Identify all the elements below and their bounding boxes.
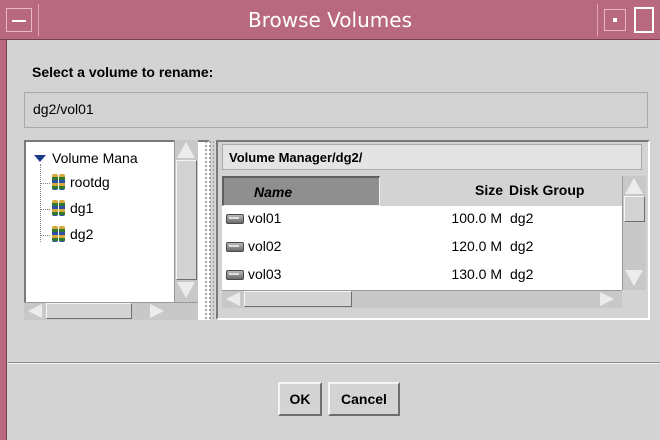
tree-connector <box>40 182 50 184</box>
column-header-name[interactable]: Name <box>222 176 380 206</box>
scroll-down-arrow-icon[interactable] <box>177 282 195 298</box>
cancel-button[interactable]: Cancel <box>328 382 400 416</box>
tree-item-label: rootdg <box>70 174 110 190</box>
tree-vertical-scrollbar[interactable] <box>174 140 198 302</box>
tree-root[interactable]: Volume Mana <box>34 150 138 166</box>
scroll-right-arrow-icon[interactable] <box>600 292 614 306</box>
tree-item-label: dg2 <box>70 226 94 242</box>
cell-name: vol03 <box>226 266 281 282</box>
volume-table: vol01 100.0 M dg2 vol02 120.0 M dg2 vol0… <box>222 206 622 290</box>
prompt-label: Select a volume to rename: <box>32 64 214 80</box>
cell-size: 130.0 M <box>451 266 502 282</box>
window-title: Browse Volumes <box>248 8 412 32</box>
scroll-thumb[interactable] <box>46 303 132 319</box>
selected-volume-field[interactable]: dg2/vol01 <box>24 92 648 128</box>
minimize-button[interactable] <box>604 9 626 31</box>
cell-name: vol02 <box>226 238 281 254</box>
cell-disk-group: dg2 <box>510 266 534 282</box>
scroll-thumb[interactable] <box>624 196 645 222</box>
tree-item-dg2[interactable]: dg2 <box>40 226 93 242</box>
tree-connector <box>40 208 50 210</box>
volume-icon <box>226 270 244 280</box>
pane-splitter[interactable] <box>204 140 214 320</box>
titlebar-separator <box>597 4 598 36</box>
scroll-left-arrow-icon[interactable] <box>226 292 240 306</box>
table-header: Name Size Disk Group <box>222 176 622 206</box>
table-row[interactable]: vol02 120.0 M dg2 <box>222 234 622 260</box>
volume-name: vol01 <box>248 210 282 226</box>
tree-horizontal-scrollbar[interactable] <box>24 302 198 320</box>
table-vertical-scrollbar[interactable] <box>622 176 646 290</box>
volume-name: vol02 <box>248 238 282 254</box>
volume-icon <box>226 214 244 224</box>
tree-connector <box>40 234 50 236</box>
maximize-button[interactable] <box>634 7 654 33</box>
button-bar-divider <box>8 362 660 364</box>
table-row[interactable]: vol01 100.0 M dg2 <box>222 206 622 232</box>
volume-icon <box>226 242 244 252</box>
cell-disk-group: dg2 <box>510 238 534 254</box>
disk-group-icon <box>52 226 66 242</box>
current-path-label: Volume Manager/dg2/ <box>222 144 642 170</box>
tree-item-rootdg[interactable]: rootdg <box>40 174 110 190</box>
tree-item-label: dg1 <box>70 200 94 216</box>
ok-button[interactable]: OK <box>278 382 322 416</box>
column-header-size[interactable]: Size <box>380 176 506 206</box>
column-header-disk-group[interactable]: Disk Group <box>506 176 622 206</box>
tree-root-label: Volume Mana <box>52 150 138 166</box>
scroll-left-arrow-icon[interactable] <box>28 304 42 318</box>
scroll-right-arrow-icon[interactable] <box>150 304 164 318</box>
title-bar[interactable]: Browse Volumes <box>0 0 660 40</box>
disk-group-icon <box>52 200 66 216</box>
scroll-up-arrow-icon[interactable] <box>625 178 643 194</box>
cell-name: vol01 <box>226 210 281 226</box>
table-horizontal-scrollbar[interactable] <box>222 290 622 308</box>
disk-group-icon <box>52 174 66 190</box>
cell-size: 100.0 M <box>451 210 502 226</box>
window-frame-left <box>0 40 7 440</box>
table-row[interactable]: vol03 130.0 M dg2 <box>222 262 622 288</box>
scroll-down-arrow-icon[interactable] <box>625 270 643 286</box>
scroll-thumb[interactable] <box>176 160 197 280</box>
cell-size: 120.0 M <box>451 238 502 254</box>
volume-name: vol03 <box>248 266 282 282</box>
cell-disk-group: dg2 <box>510 210 534 226</box>
expanded-triangle-icon[interactable] <box>34 155 46 162</box>
scroll-thumb[interactable] <box>244 291 352 307</box>
scroll-up-arrow-icon[interactable] <box>177 142 195 158</box>
tree-item-dg1[interactable]: dg1 <box>40 200 93 216</box>
